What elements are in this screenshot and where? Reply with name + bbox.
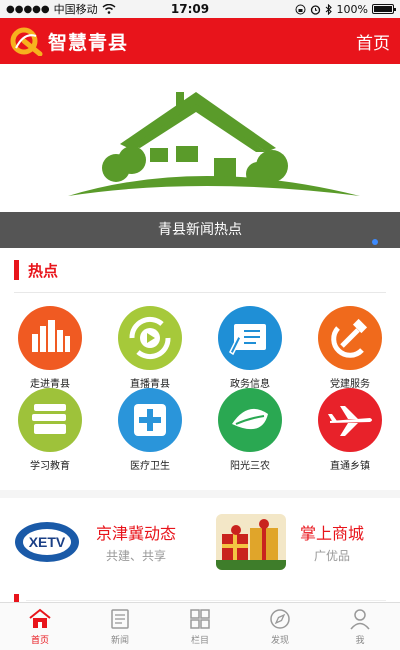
status-bar: ●●●●● 中国移动 17:09 100% (0, 0, 400, 18)
tab-me[interactable]: 我 (320, 603, 400, 650)
tab-columns[interactable]: 栏目 (160, 603, 240, 650)
feature-subtitle: 广优品 (314, 549, 351, 563)
news-icon (111, 608, 129, 629)
compass-icon (270, 608, 290, 629)
clock: 17:09 (170, 2, 210, 16)
feature-title: 京津冀动态 (96, 524, 177, 543)
bottom-tab-bar: 首页 新闻 栏目 发现 我 (0, 602, 400, 650)
section-title: 热点 (28, 261, 59, 280)
house-illustration (68, 92, 360, 196)
grid-item-zoujin[interactable]: 走进青县 (0, 306, 100, 390)
grid-item-zhengwu[interactable]: 政务信息 (200, 306, 300, 390)
grid-item-sannong[interactable]: 阳光三农 (200, 388, 300, 472)
books-icon (18, 388, 82, 452)
next-section-divider (26, 600, 386, 601)
app-header: 智慧青县 首页 (0, 18, 400, 64)
tab-label: 栏目 (190, 635, 209, 646)
app-title: 智慧青县 (48, 31, 129, 54)
feature-shop[interactable]: 掌上商城 广优品 (216, 512, 364, 572)
banner-caption: 青县新闻热点 (0, 212, 400, 248)
grid-icon (190, 608, 210, 629)
wifi-icon (102, 4, 116, 14)
bluetooth-icon (325, 3, 332, 15)
person-icon (350, 608, 370, 629)
battery-percent: 100% (336, 2, 368, 16)
tab-discover[interactable]: 发现 (240, 603, 320, 650)
rotation-lock-icon (295, 4, 306, 14)
tab-news[interactable]: 新闻 (80, 603, 160, 650)
app-screen: ●●●●● 中国移动 17:09 100% 智慧青县 首页 青县新闻热点 热点 … (0, 0, 400, 650)
next-section-accent-bar (14, 594, 19, 602)
section-divider (14, 292, 386, 293)
feature-jingjinji[interactable]: XETV 京津冀动态 共建、共享 (12, 512, 176, 572)
signal-strength-icon: ●●●●● (6, 3, 50, 15)
section-divider (0, 490, 400, 498)
gift-box-image (216, 514, 286, 570)
section-accent-bar (14, 260, 19, 280)
grid-label: 阳光三农 (230, 461, 270, 472)
carrier-name: 中国移动 (53, 3, 98, 16)
grid-item-zhibo[interactable]: 直播青县 (100, 306, 200, 390)
grid-label: 学习教育 (30, 461, 70, 472)
airplane-icon (318, 388, 382, 452)
carousel-indicator (372, 239, 378, 245)
medical-cross-icon (118, 388, 182, 452)
xetv-logo: XETV (12, 514, 82, 570)
grid-label: 直通乡镇 (330, 461, 370, 472)
hammer-sickle-icon (318, 306, 382, 370)
play-icon (118, 306, 182, 370)
section-header-hot: 热点 (14, 258, 58, 282)
tab-label: 首页 (30, 635, 49, 646)
document-pen-icon (218, 306, 282, 370)
feature-subtitle: 共建、共享 (106, 549, 167, 563)
home-icon (29, 608, 51, 628)
alarm-icon (310, 4, 320, 15)
tab-label: 我 (355, 635, 365, 646)
battery-icon (372, 4, 396, 14)
tab-label: 新闻 (110, 635, 129, 646)
grid-label: 医疗卫生 (130, 461, 170, 472)
grid-item-xiangzhen[interactable]: 直通乡镇 (300, 388, 400, 472)
home-link[interactable]: 首页 (356, 29, 390, 54)
feature-title: 掌上商城 (300, 524, 365, 543)
svg-text:XETV: XETV (29, 534, 66, 550)
leaf-icon (218, 388, 282, 452)
grid-item-yiliao[interactable]: 医疗卫生 (100, 388, 200, 472)
city-buildings-icon (18, 306, 82, 370)
tab-label: 发现 (270, 635, 289, 646)
grid-item-xuexi[interactable]: 学习教育 (0, 388, 100, 472)
app-logo-icon (10, 27, 43, 56)
grid-item-dangjian[interactable]: 党建服务 (300, 306, 400, 390)
tab-home[interactable]: 首页 (0, 603, 80, 650)
